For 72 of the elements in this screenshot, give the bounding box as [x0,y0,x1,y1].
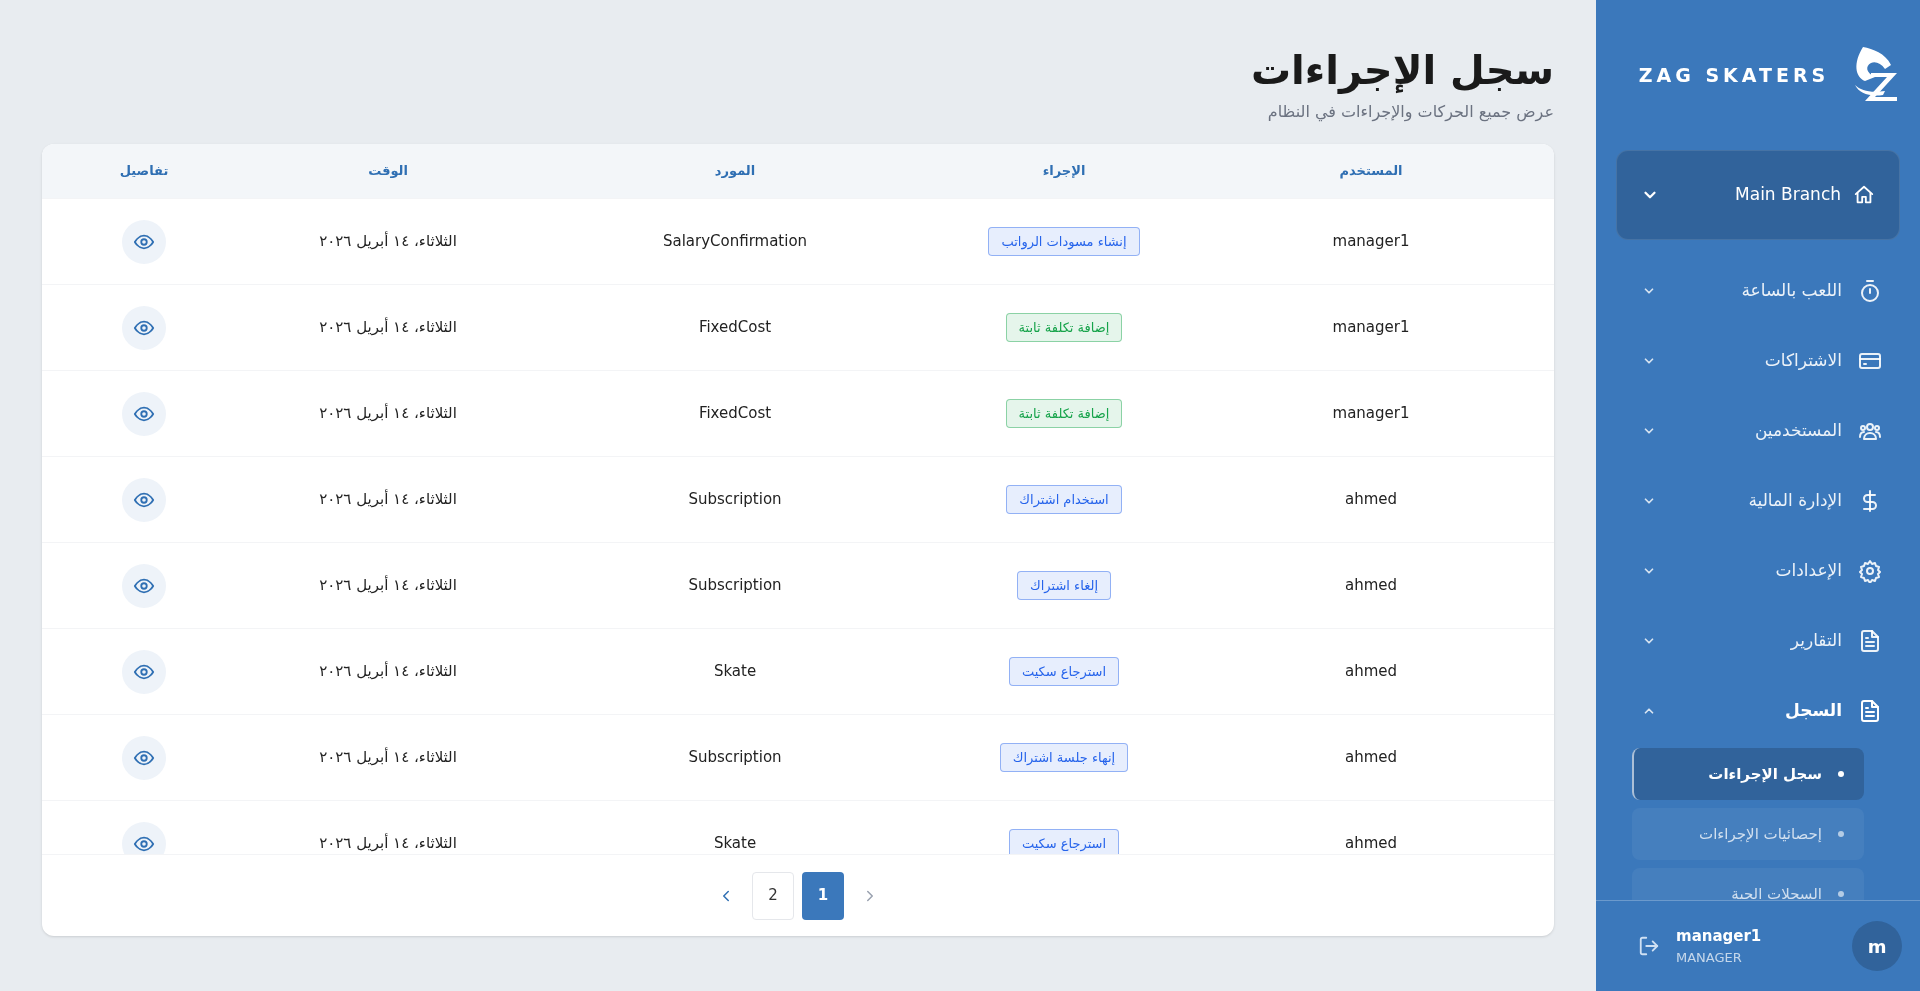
table-cell-text: ahmed [1344,661,1398,683]
table-cell-text: Subscription [688,747,782,769]
bullet-icon [1838,831,1844,837]
table-cell-text: Skate [713,833,757,854]
view-details-button[interactable] [122,563,166,608]
nav-item[interactable]: الاشتراكات [1616,326,1900,396]
stopwatch-icon [1858,279,1882,303]
page-subtitle: عرض جميع الحركات والإجراءات في النظام [1267,101,1554,124]
action-badge: إضافة تكلفة ثابتة [1005,398,1123,429]
view-details-button[interactable] [122,821,166,854]
page-button[interactable]: 1 [802,871,844,920]
document-icon [1858,699,1882,723]
submenu-item[interactable]: سجل الإجراءات [1632,748,1864,800]
nav-item[interactable]: اللعب بالساعة [1616,256,1900,326]
table-cell-text: FixedCost [698,317,772,339]
action-badge: إنهاء جلسة اشتراك [999,742,1129,773]
table-cell-text: ahmed [1344,575,1398,597]
table-cell-text: ahmed [1344,833,1398,854]
table-cell: الثلاثاء، ١٤ أبريل ٢٠٢٦ [319,402,457,425]
view-details-button[interactable] [122,649,166,694]
bullet-icon [1838,771,1844,777]
column-header: المورد [714,162,756,181]
table-cell: الثلاثاء، ١٤ أبريل ٢٠٢٦ [319,832,457,854]
table-cell-text: Subscription [688,575,782,597]
page-title: سجل الإجراءات [1250,46,1554,96]
user-avatar: m [1852,921,1902,971]
table-cell: الثلاثاء، ١٤ أبريل ٢٠٢٦ [319,660,457,683]
column-header: المستخدم [1339,162,1403,181]
action-badge: استرجاع سكيت [1008,656,1120,687]
column-header: الوقت [368,162,408,181]
table-cell-text: FixedCost [698,403,772,425]
table-cell-text: Subscription [688,489,782,511]
logout-icon[interactable] [1638,935,1660,957]
branch-selector[interactable]: Main Branch [1616,150,1900,240]
nav-item[interactable]: السجل [1616,676,1900,746]
page-button[interactable]: 2 [752,871,794,920]
table-cell-text: ahmed [1344,489,1398,511]
action-badge: إلغاء اشتراك [1017,570,1111,601]
bullet-icon [1838,891,1844,897]
column-header: تفاصيل [119,162,169,181]
table-cell: الثلاثاء، ١٤ أبريل ٢٠٢٦ [319,230,457,253]
action-badge: استرجاع سكيت [1008,828,1120,854]
user-name: manager1 [1676,926,1762,947]
table-cell: الثلاثاء، ١٤ أبريل ٢٠٢٦ [319,574,457,597]
table-cell-text: SalaryConfirmation [662,231,808,253]
document-icon [1858,629,1882,653]
table-cell: الثلاثاء، ١٤ أبريل ٢٠٢٦ [319,488,457,511]
nav-item[interactable]: التقارير [1616,606,1900,676]
action-badge: إنشاء مسودات الرواتب [988,226,1140,257]
table-cell-text: ahmed [1344,747,1398,769]
view-details-button[interactable] [122,391,166,436]
home-icon [1853,184,1875,206]
nav-item[interactable]: الإعدادات [1616,536,1900,606]
action-badge: إضافة تكلفة ثابتة [1005,312,1123,343]
user-role: MANAGER [1676,948,1742,967]
view-details-button[interactable] [122,305,166,350]
table-cell-text: manager1 [1332,317,1410,339]
table-cell: الثلاثاء، ١٤ أبريل ٢٠٢٦ [319,746,457,769]
column-header: الإجراء [1042,162,1086,181]
action-badge: استخدام اشتراك [1006,484,1122,515]
view-details-button[interactable] [122,477,166,522]
settings-icon [1858,559,1882,583]
brand-name: ZAG SKATERS [1638,62,1830,88]
view-details-button[interactable] [122,735,166,780]
table-cell-text: manager1 [1332,403,1410,425]
table-cell: الثلاثاء، ١٤ أبريل ٢٠٢٦ [319,316,457,339]
nav-item[interactable]: المستخدمين [1616,396,1900,466]
table-cell-text: manager1 [1332,231,1410,253]
view-details-button[interactable] [122,219,166,264]
nav-item[interactable]: الإدارة المالية [1616,466,1900,536]
submenu-item[interactable]: إحصائيات الإجراءات [1632,808,1864,860]
table-cell-text: Skate [713,661,757,683]
